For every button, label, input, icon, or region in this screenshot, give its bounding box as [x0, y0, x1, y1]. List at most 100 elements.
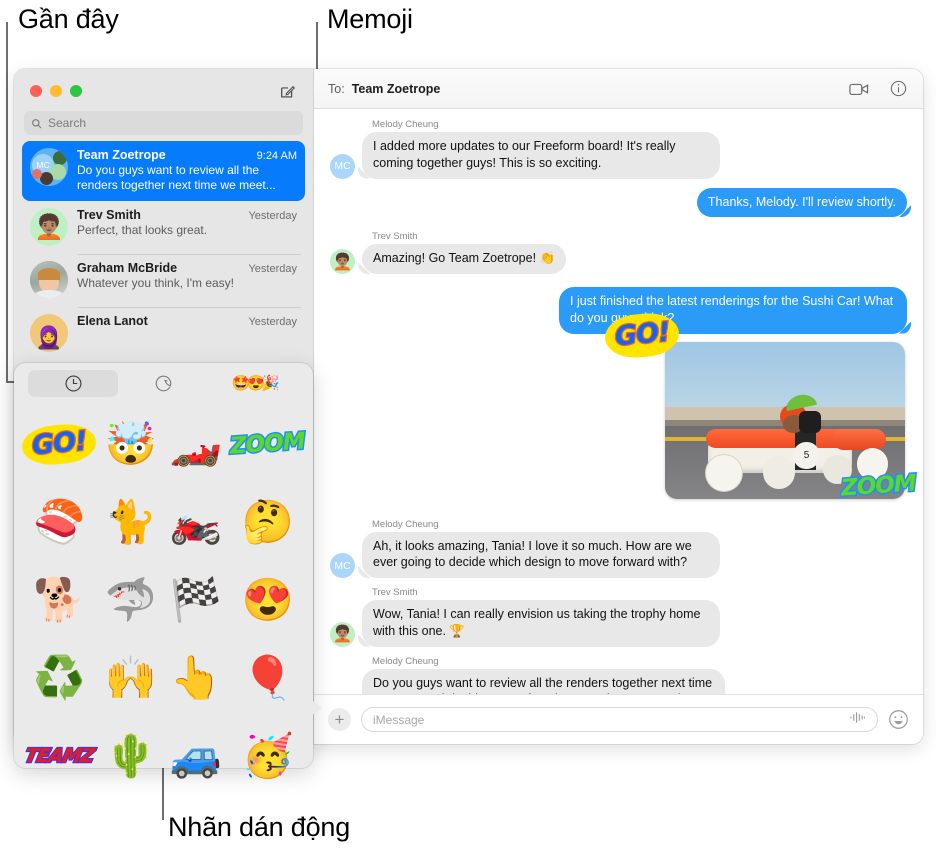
message-sender: Melody Cheung	[372, 655, 439, 667]
sticker-party-horn-memoji[interactable]: 🥳	[230, 719, 305, 793]
smiley-face-icon[interactable]	[888, 709, 909, 730]
message-bubble[interactable]: Do you guys want to review all the rende…	[362, 668, 725, 694]
go-sticker-overlay[interactable]: GO!	[603, 310, 682, 376]
zoom-button[interactable]	[70, 85, 82, 97]
zoom-word-sticker: ZOOM	[839, 468, 918, 502]
close-button[interactable]	[30, 85, 42, 97]
sticker-go-word[interactable]: GO!	[20, 407, 98, 481]
sticker-mind-blown-memoji[interactable]: 🤯	[100, 407, 161, 481]
search-placeholder: Search	[48, 116, 87, 130]
callout-label-recents: Gần đây	[18, 4, 119, 34]
plus-circle-icon[interactable]: +	[328, 708, 351, 731]
minimize-button[interactable]	[50, 85, 62, 97]
conversation-time: Yesterday	[248, 316, 297, 329]
conversation-name: Graham McBride	[77, 261, 178, 276]
sticker-zoom-word[interactable]: ZOOM	[228, 407, 307, 481]
sticker-thinking-memoji[interactable]: 🤔	[230, 485, 305, 559]
sticker-peel-icon	[155, 375, 172, 391]
message-sender: Melody Cheung	[372, 119, 439, 130]
photo-attachment[interactable]: 5 GO! ZOOM	[603, 310, 918, 503]
sticker-tab-live-stickers[interactable]	[118, 370, 208, 397]
message-row: 🧑🏽‍🦱 Trev Smith Amazing! Go Team Zoetrop…	[330, 231, 907, 274]
message-list: MC Melody Cheung I added more updates to…	[314, 109, 923, 694]
conversation-item-trev-smith[interactable]: 🧑🏽‍🦱 Trev Smith Yesterday Perfect, that …	[22, 201, 305, 254]
sticker-grid: GO! 🤯 🏎️ ZOOM 🍣 🐈 🏍️ 🤔 🐕 🦈 🏁 😍 ♻️ 🙌 👆 🎈	[14, 403, 313, 777]
sticker-tab-recents[interactable]	[28, 369, 119, 397]
message-row: MC Melody Cheung I added more updates to…	[330, 119, 907, 179]
search-icon	[32, 118, 42, 128]
conversation-time: Yesterday	[248, 263, 297, 276]
sticker-picker-popover: 🤩😍🎉 GO! 🤯 🏎️ ZOOM 🍣 🐈 🏍️ 🤔 🐕 🦈 🏁 😍 ♻️ 🙌 …	[14, 363, 313, 777]
message-row: Thanks, Melody. I'll review shortly.	[330, 187, 907, 218]
zoom-sticker-overlay[interactable]: ZOOM	[839, 468, 921, 519]
message-sender: Trev Smith	[372, 231, 418, 243]
memoji-faces-icon: 🤩😍🎉	[231, 374, 280, 392]
avatar: MC	[330, 553, 355, 578]
avatar: MC	[330, 153, 355, 179]
conversation-time: Yesterday	[248, 210, 297, 223]
imessage-input[interactable]: iMessage	[361, 707, 878, 732]
sticker-dog-sunglasses[interactable]: 🐕	[22, 563, 96, 637]
recipient-name[interactable]: Team Zoetrope	[352, 82, 441, 96]
compose-icon[interactable]	[279, 83, 297, 101]
memoji-avatar-trev: 🧑🏽‍🦱	[30, 208, 68, 247]
message-bubble[interactable]: Wow, Tania! I can really envision us tak…	[362, 600, 720, 647]
to-label: To:	[328, 81, 345, 96]
conversation-time: 9:24 AM	[256, 150, 297, 162]
sticker-flaming-motorcycle[interactable]: 🏍️	[165, 485, 226, 559]
sticker-racing-car[interactable]: 🏎️	[165, 407, 226, 481]
conversation-name: Team Zoetrope	[77, 148, 166, 162]
sticker-cactus[interactable]: 🌵	[100, 719, 161, 793]
imessage-placeholder: iMessage	[373, 712, 425, 727]
sticker-sushi[interactable]: 🍣	[22, 485, 96, 559]
window-traffic-lights	[14, 69, 313, 97]
thread-header: To: Team Zoetrope	[314, 69, 923, 109]
sticker-picker-tabs: 🤩😍🎉	[14, 363, 313, 403]
video-camera-icon[interactable]	[849, 81, 869, 97]
conversation-name: Trev Smith	[77, 208, 141, 223]
callout-label-memoji: Memoji	[327, 4, 413, 34]
sticker-tab-memoji[interactable]: 🤩😍🎉	[209, 370, 299, 397]
message-bubble[interactable]: Amazing! Go Team Zoetrope! 👏	[362, 244, 567, 274]
conversation-preview: Perfect, that looks great.	[77, 223, 208, 238]
message-bubble[interactable]: Thanks, Melody. I'll review shortly.	[696, 187, 907, 218]
group-avatar: MC	[30, 148, 68, 186]
conversation-item-graham-mcbride[interactable]: Graham McBride Yesterday Whatever you th…	[22, 254, 305, 307]
sticker-recycle[interactable]: ♻️	[22, 641, 96, 715]
sticker-checkered-flag[interactable]: 🏁	[165, 563, 226, 637]
message-row: 🧑🏽‍🦱 Trev Smith Wow, Tania! I can really…	[330, 587, 907, 647]
conversation-preview: Whatever you think, I'm easy!	[77, 276, 235, 291]
conversation-item-elena-lanot[interactable]: 🧕 Elena Lanot Yesterday	[22, 307, 305, 360]
leader-line-recents-vertical	[6, 22, 8, 382]
message-row: MC Melody Cheung Do you guys want to rev…	[330, 655, 907, 694]
sticker-hot-air-balloon[interactable]: 🎈	[230, 641, 305, 715]
message-sender: Melody Cheung	[372, 518, 439, 530]
conversation-name: Elena Lanot	[77, 314, 148, 329]
sticker-heart-eyes-memoji[interactable]: 😍	[230, 563, 305, 637]
sticker-blue-car[interactable]: 🚙	[165, 719, 226, 793]
message-composer: + iMessage	[314, 694, 923, 744]
callout-label-live-stickers: Nhãn dán động	[168, 812, 351, 842]
memoji-avatar-trev: 🧑🏽‍🦱	[330, 621, 355, 647]
sticker-heart-hands-memoji[interactable]: 🙌	[100, 641, 161, 715]
photo-avatar-elena: 🧕	[30, 314, 68, 353]
audio-waveform-icon[interactable]	[849, 711, 866, 729]
message-bubble[interactable]: Ah, it looks amazing, Tania! I love it s…	[362, 531, 720, 578]
message-bubble[interactable]: I added more updates to our Freeform boa…	[362, 132, 720, 179]
clock-icon	[65, 375, 82, 391]
sticker-teamz-word[interactable]: TEAMZ	[22, 719, 98, 793]
message-row-photo: 5 GO! ZOOM	[330, 310, 918, 505]
search-container: Search	[14, 97, 313, 141]
info-circle-icon[interactable]	[890, 80, 907, 97]
message-sender: Trev Smith	[372, 587, 418, 598]
memoji-avatar-trev: 🧑🏽‍🦱	[330, 249, 355, 274]
conversation-item-team-zoetrope[interactable]: MC Team Zoetrope 9:24 AM Do you guys wan…	[22, 141, 305, 202]
sticker-shark-teeth[interactable]: 🦈	[100, 563, 161, 637]
conversation-preview: Do you guys want to review all the rende…	[77, 163, 276, 193]
photo-avatar-graham	[30, 261, 68, 300]
go-word-sticker: GO!	[603, 310, 682, 360]
conversation-thread: To: Team Zoetrope MC Melody Cheung I add…	[314, 69, 923, 744]
sticker-grumpy-cat[interactable]: 🐈	[100, 485, 161, 559]
search-input[interactable]: Search	[24, 111, 303, 135]
sticker-foam-finger[interactable]: 👆	[165, 641, 226, 715]
